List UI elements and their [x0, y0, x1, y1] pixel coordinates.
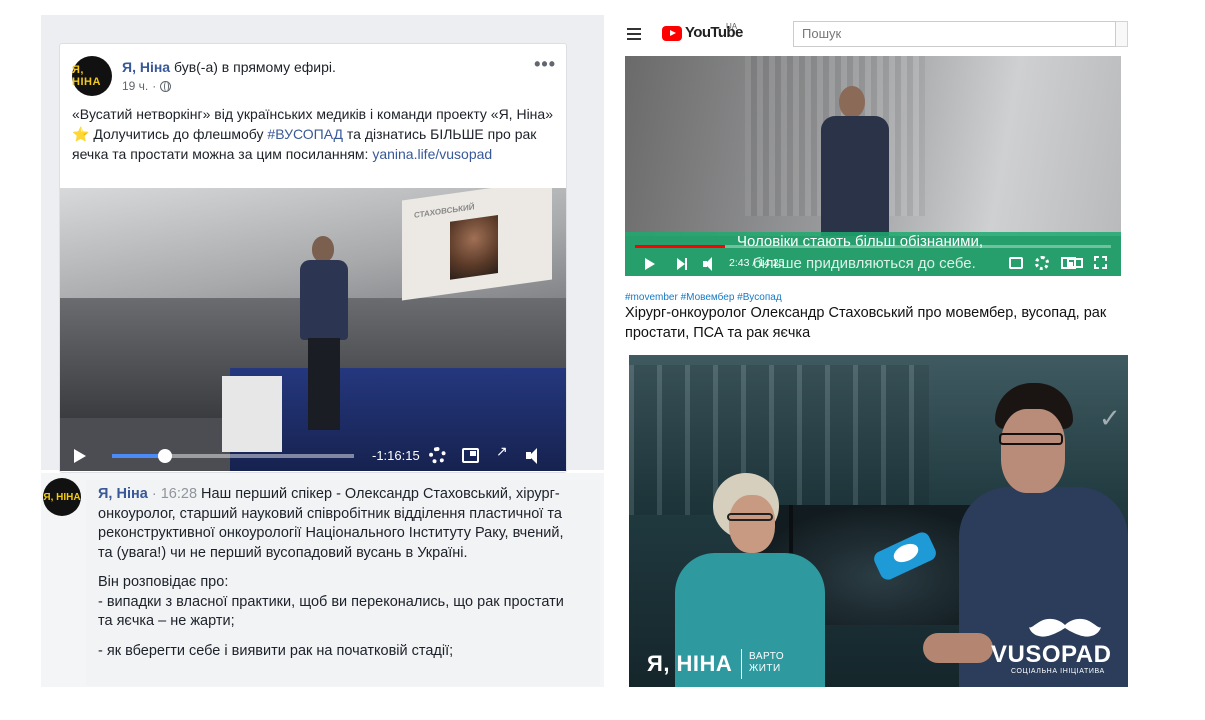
menu-icon[interactable]: [627, 28, 641, 40]
next-icon[interactable]: [677, 258, 687, 270]
speaker-head: [312, 236, 334, 262]
logo-word-varto: ВАРТО: [749, 651, 785, 662]
star-icon: ⭐: [72, 126, 90, 142]
comment-list-item-1: - випадки з власної практики, щоб ви пер…: [98, 593, 564, 630]
post-text-line2: ⭐ Долучитись до флешмобу #ВУСОПАД та діз…: [72, 124, 556, 164]
comment-author-link[interactable]: Я, Ніна: [98, 486, 148, 502]
post-meta: 19 ч. ·: [122, 79, 172, 93]
logo-divider: [741, 649, 742, 679]
comment-list-title: Він розповідає про:: [98, 574, 229, 590]
video-hashtags[interactable]: #movember #Мовембер #Вусопад: [625, 292, 782, 303]
facebook-video-player[interactable]: СТАХОВСЬКИЙ -1:16:15: [60, 188, 566, 471]
interviewee-face: [1001, 409, 1065, 493]
progress-knob[interactable]: [158, 449, 173, 463]
fullscreen-icon[interactable]: [1094, 256, 1107, 269]
post-action-text: був(-а) в прямому ефирі.: [170, 59, 336, 75]
gear-icon[interactable]: [1035, 256, 1049, 270]
logo-word-zhyty: ЖИТИ: [749, 663, 781, 674]
globe-icon: [160, 80, 172, 92]
comment-paragraph-1: Я, Ніна · 16:28 Наш перший спікер - Олек…: [98, 485, 568, 563]
progress-fill: [635, 245, 726, 248]
check-icon: ✓: [1099, 403, 1121, 433]
slide-title: СТАХОВСЬКИЙ: [414, 202, 475, 220]
comment-dot: ·: [151, 486, 157, 502]
speaker-body: [821, 116, 889, 236]
video-title[interactable]: Хірург-онкоуролог Олександр Стаховський …: [625, 304, 1115, 343]
interviewee-glasses: [999, 433, 1063, 445]
post-text-line2-pre: Долучитись до флешмобу: [89, 126, 268, 142]
volume-icon[interactable]: [526, 447, 544, 465]
post-header: Я, Ніна був(-а) в прямому ефирі.: [122, 59, 336, 75]
comment-text: Я, Ніна · 16:28 Наш перший спікер - Олек…: [98, 485, 568, 671]
ya-nina-logo: Я, НІНА: [647, 651, 733, 676]
fullscreen-icon[interactable]: [496, 443, 511, 463]
speaker-figure: [821, 86, 891, 246]
post-url-link[interactable]: yanina.life/vusopad: [372, 146, 492, 162]
youtube-logo-icon[interactable]: [662, 26, 682, 41]
time-remaining: -1:16:15: [372, 448, 420, 463]
speaker-body: [300, 260, 348, 340]
play-icon[interactable]: [74, 449, 86, 463]
interviewer-glasses: [727, 513, 773, 521]
avatar[interactable]: Я, НІНА: [72, 56, 112, 96]
speaker-figure: [292, 236, 356, 431]
post-text: «Вусатий нетворкінг» від українських мед…: [72, 104, 556, 164]
picture-in-picture-icon[interactable]: [462, 448, 479, 463]
slide-portrait: [450, 215, 498, 280]
comment-paragraph-3: - як вберегти себе і виявити рак на поча…: [98, 642, 454, 659]
meta-separator: ·: [152, 79, 157, 93]
varto-zhyty-logo: ВАРТО ЖИТИ: [749, 651, 784, 675]
time-separator: /: [749, 257, 759, 269]
comment-avatar[interactable]: Я, НІНА: [43, 478, 81, 516]
time-total: 14:25: [758, 257, 785, 269]
play-icon[interactable]: [645, 258, 655, 270]
progress-fill: [112, 454, 166, 458]
post-author-link[interactable]: Я, Ніна: [122, 59, 170, 75]
gear-icon[interactable]: [429, 447, 446, 464]
post-age[interactable]: 19 ч.: [122, 79, 148, 93]
search-button[interactable]: [1116, 21, 1128, 47]
comment-time[interactable]: 16:28: [161, 486, 197, 502]
video-time: 2:43 / 14:25: [729, 255, 784, 271]
comment-paragraph-2: Він розповідає про: - випадки з власної п…: [98, 573, 568, 632]
search-input[interactable]: Пошук: [793, 21, 1116, 47]
volume-icon[interactable]: [703, 257, 717, 271]
post-text-line1: «Вусатий нетворкінг» від українських мед…: [72, 106, 553, 122]
interviewer-face: [729, 495, 775, 553]
youtube-video-player[interactable]: Чоловіки стають більш обізнаними, більше…: [625, 56, 1121, 276]
theater-mode-icon[interactable]: [1067, 258, 1083, 268]
hashtag-link[interactable]: #ВУСОПАД: [267, 126, 343, 142]
time-current: 2:43: [729, 257, 750, 269]
caption-line-1: Чоловіки стають більш обізнаними,: [737, 233, 983, 250]
speaker-head: [839, 86, 865, 118]
region-label: UA: [726, 22, 738, 31]
subtitles-icon[interactable]: [1009, 257, 1023, 269]
caption-line-2: більше придивляються до себе.: [753, 255, 976, 272]
more-options-icon[interactable]: •••: [534, 54, 556, 75]
moustache-icon: [1029, 618, 1101, 637]
vusopad-logo: VUSOPAD: [991, 641, 1112, 668]
vusopad-tagline: СОЦІАЛЬНА ІНІЦІАТИВА: [1011, 668, 1105, 675]
collage: Я, НІНА Я, Ніна був(-а) в прямому ефирі.…: [0, 0, 1205, 720]
video-controls: -1:16:15: [60, 440, 566, 471]
speaker-legs: [308, 338, 340, 430]
interview-photo: ✓ Я, НІНА ВАРТО ЖИТИ VUSOPAD СОЦІАЛЬНА І…: [629, 355, 1128, 687]
video-progress-bar[interactable]: [112, 449, 354, 463]
interviewee-hand: [923, 633, 993, 663]
